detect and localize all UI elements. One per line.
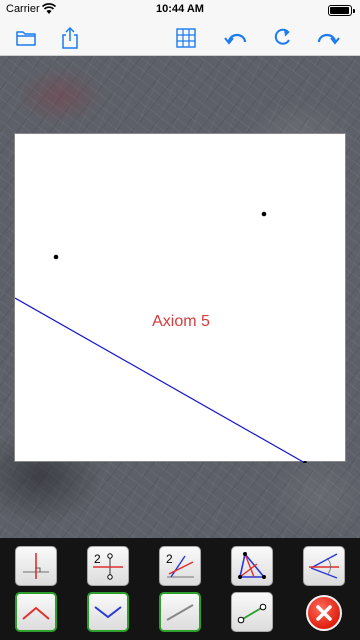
grid-button[interactable]	[172, 24, 200, 52]
folding-paper-canvas[interactable]: Axiom 5	[14, 133, 346, 463]
two-points-tool-button[interactable]: 2	[87, 546, 129, 586]
axiom-two-points-icon: 2	[93, 552, 123, 580]
valley-fold-red-icon	[22, 606, 50, 620]
forward-icon	[317, 33, 340, 45]
bisector-tool-button[interactable]	[303, 546, 345, 586]
redo-button[interactable]	[268, 24, 296, 52]
valley-fold-blue-icon	[94, 606, 122, 619]
clock: 10:44 AM	[156, 3, 204, 15]
share-button[interactable]	[56, 24, 84, 52]
svg-text:2: 2	[94, 552, 101, 566]
line-grey-icon	[166, 604, 194, 621]
undo-button[interactable]	[222, 24, 250, 52]
grid-icon	[176, 28, 196, 48]
point-a[interactable]	[53, 254, 59, 260]
forward-button[interactable]	[314, 24, 342, 52]
triangle-tool-icon	[238, 552, 266, 579]
status-bar: Carrier 10:44 AM	[0, 0, 360, 20]
segment-green-icon	[237, 603, 267, 624]
triangle-tool-button[interactable]	[231, 546, 273, 586]
tool-panel: 2 2	[0, 538, 360, 640]
share-icon	[62, 26, 78, 49]
svg-text:2: 2	[166, 552, 173, 566]
top-toolbar	[0, 20, 360, 56]
perpendicular-tool-icon	[23, 553, 49, 579]
point-b[interactable]	[261, 211, 267, 217]
fold-diagram	[15, 211, 307, 463]
two-angle-tool-button[interactable]: 2	[159, 546, 201, 586]
open-button[interactable]	[12, 24, 40, 52]
valley-fold-blue-button[interactable]	[87, 592, 129, 632]
folder-icon	[16, 31, 36, 46]
segment-tool-button[interactable]	[231, 592, 273, 632]
valley-fold-red-button[interactable]	[15, 592, 57, 632]
line-grey-button[interactable]	[159, 592, 201, 632]
battery-icon	[328, 5, 355, 16]
axiom-label: Axiom 5	[152, 313, 210, 330]
angle-bisector-icon	[309, 553, 339, 579]
close-button[interactable]	[306, 595, 342, 631]
line-endpoint	[303, 461, 307, 463]
close-icon	[316, 605, 332, 621]
redo-icon	[274, 28, 290, 45]
axiom-two-angle-icon: 2	[166, 552, 194, 578]
undo-icon	[224, 33, 247, 45]
perpendicular-tool-button[interactable]	[15, 546, 57, 586]
